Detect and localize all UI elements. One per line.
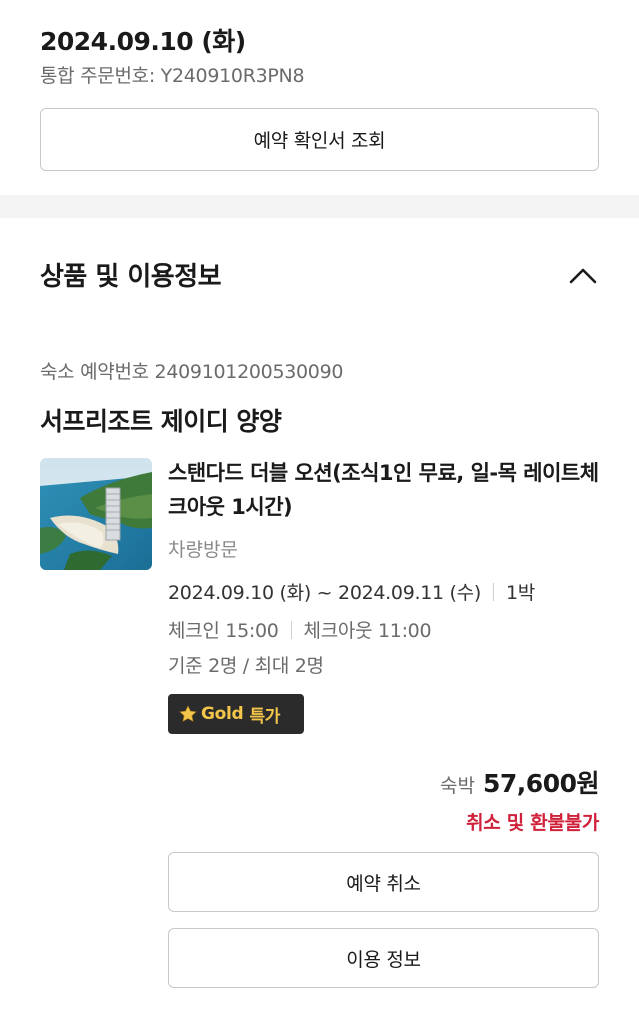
stay-reservation-number: 숙소 예약번호 2409101200530090 — [40, 361, 344, 383]
stay-dates-line: 2024.09.10 (화) ~ 2024.09.11 (수) 1박 — [168, 578, 535, 605]
price-label: 숙박 — [440, 775, 476, 797]
gold-deal-badge: Gold 특가 — [168, 694, 304, 734]
capacity: 기준 2명 / 최대 2명 — [168, 655, 324, 677]
confirmation-lookup-button[interactable]: 예약 확인서 조회 — [40, 108, 599, 171]
chevron-up-icon[interactable] — [568, 266, 598, 286]
nights-count: 1박 — [505, 582, 535, 604]
separator — [492, 582, 494, 601]
refund-policy: 취소 및 환불불가 — [466, 812, 599, 834]
section-title: 상품 및 이용정보 — [40, 262, 222, 292]
separator — [290, 620, 292, 639]
usage-info-button[interactable]: 이용 정보 — [168, 928, 599, 988]
visit-type: 차량방문 — [168, 539, 238, 561]
cancel-reservation-button[interactable]: 예약 취소 — [168, 852, 599, 912]
hotel-name[interactable]: 서프리조트 제이디 양양 — [40, 402, 282, 438]
price-value: 57,600원 — [483, 769, 599, 798]
checkin-time: 체크인 15:00 — [168, 620, 279, 642]
section-divider — [0, 195, 639, 218]
stay-dates: 2024.09.10 (화) ~ 2024.09.11 (수) — [168, 582, 481, 604]
check-times-line: 체크인 15:00 체크아웃 11:00 — [168, 616, 432, 643]
order-date: 2024.09.10 (화) — [40, 27, 246, 56]
star-icon — [179, 705, 197, 722]
badge-brand: Gold — [201, 704, 244, 724]
order-number: 통합 주문번호: Y240910R3PN8 — [40, 65, 305, 87]
hotel-thumbnail[interactable] — [40, 458, 152, 570]
price-row: 숙박 57,600원 — [440, 764, 599, 800]
checkout-time: 체크아웃 11:00 — [303, 620, 432, 642]
badge-label: 특가 — [249, 706, 281, 727]
room-name: 스탠다드 더블 오션(조식1인 무료, 일-목 레이트체크아웃 1시간) — [168, 461, 599, 519]
hotel-photo — [40, 458, 152, 570]
capacity-line: 기준 2명 / 최대 2명 — [168, 651, 324, 678]
